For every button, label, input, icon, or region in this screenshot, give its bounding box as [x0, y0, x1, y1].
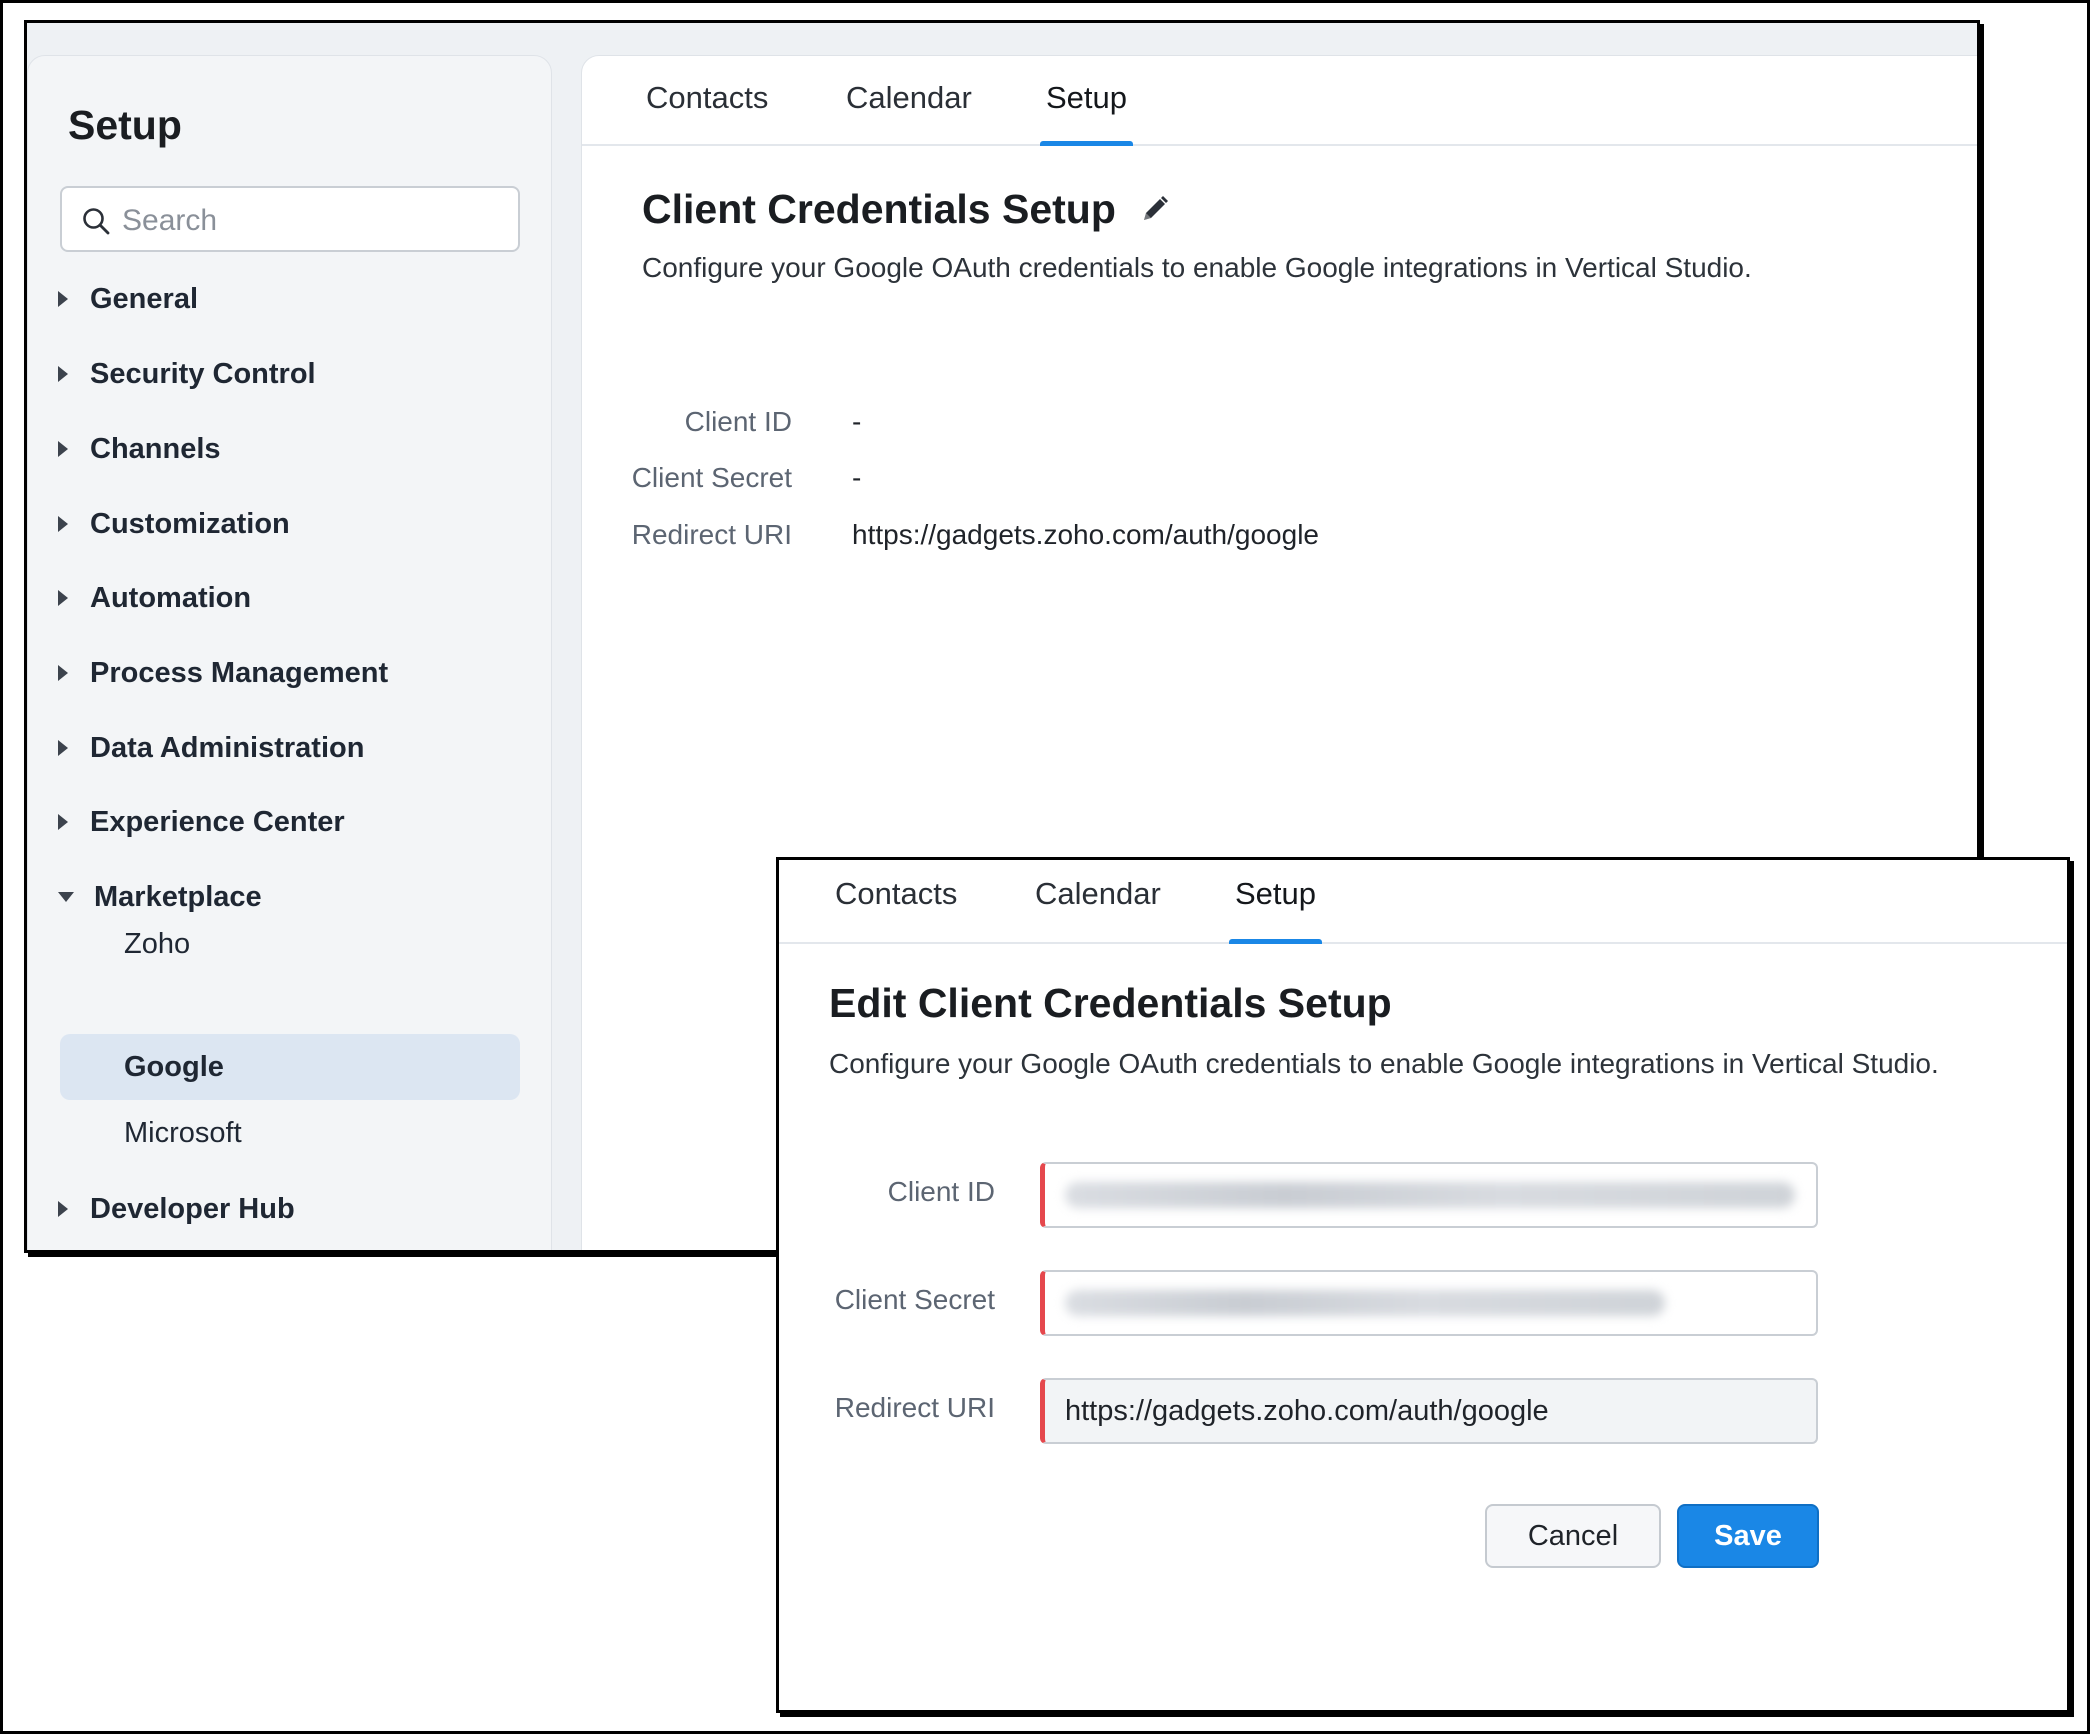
sidebar-subitem-label: Microsoft — [124, 1116, 242, 1149]
redirect-uri-label: Redirect URI — [631, 519, 792, 550]
caret-down-icon — [58, 892, 74, 902]
sidebar-item-label: Data Administration — [90, 731, 365, 764]
client-id-field[interactable] — [1040, 1162, 1818, 1228]
sidebar-item-label: Security Control — [90, 357, 316, 390]
caret-right-icon — [58, 814, 68, 830]
cancel-button[interactable]: Cancel — [1485, 1504, 1661, 1568]
sidebar-item-process-management[interactable]: Process Management — [58, 651, 388, 695]
sidebar-item-label: Developer Hub — [90, 1192, 295, 1225]
sidebar-item-label: Marketplace — [94, 880, 262, 913]
sidebar-item-channels[interactable]: Channels — [58, 427, 221, 471]
edit-page-description: Configure your Google OAuth credentials … — [829, 1048, 1939, 1079]
redirect-uri-field[interactable]: https://gadgets.zoho.com/auth/google — [1040, 1378, 1818, 1444]
edit-page-title: Edit Client Credentials Setup — [829, 980, 1392, 1026]
client-id-value: - — [852, 406, 862, 437]
tab-setup[interactable]: Setup — [1039, 80, 1134, 146]
sidebar-item-label: General — [90, 282, 198, 315]
sidebar-item-customization[interactable]: Customization — [58, 502, 290, 546]
client-secret-label: Client Secret — [834, 1284, 995, 1315]
caret-right-icon — [58, 665, 68, 681]
tab-contacts[interactable]: Contacts — [646, 80, 768, 146]
caret-right-icon — [58, 441, 68, 457]
sidebar-subitem-google[interactable]: Google — [60, 1034, 520, 1100]
page-title: Client Credentials Setup — [642, 186, 1116, 232]
client-secret-value: - — [852, 462, 862, 493]
sidebar-subitem-microsoft[interactable]: Microsoft — [60, 1100, 520, 1166]
sidebar-subitem-label: Zoho — [124, 927, 191, 960]
redacted-value — [1065, 1290, 1665, 1316]
sidebar-item-label: Automation — [90, 581, 252, 614]
sidebar-item-developer-hub[interactable]: Developer Hub — [58, 1187, 295, 1231]
pencil-icon[interactable] — [1140, 194, 1170, 224]
sidebar-item-data-administration[interactable]: Data Administration — [58, 726, 364, 770]
edit-credentials-window: Contacts Calendar Setup Edit Client Cred… — [776, 857, 2070, 1713]
sidebar-item-experience-center[interactable]: Experience Center — [58, 800, 345, 844]
sidebar-item-label: Channels — [90, 432, 221, 465]
tab-calendar[interactable]: Calendar — [1035, 876, 1161, 944]
caret-right-icon — [58, 516, 68, 532]
client-secret-field[interactable] — [1040, 1270, 1818, 1336]
tab-calendar[interactable]: Calendar — [846, 80, 972, 146]
sidebar-item-security-control[interactable]: Security Control — [58, 352, 316, 396]
redacted-value — [1065, 1182, 1795, 1208]
save-button[interactable]: Save — [1677, 1504, 1819, 1568]
redirect-uri-value: https://gadgets.zoho.com/auth/google — [852, 519, 1319, 550]
sidebar-item-label: Process Management — [90, 656, 389, 689]
search-icon — [83, 208, 110, 235]
caret-right-icon — [58, 590, 68, 606]
sidebar-item-label: Experience Center — [90, 805, 345, 838]
search-placeholder: Search — [122, 204, 218, 237]
redirect-uri-value: https://gadgets.zoho.com/auth/google — [1065, 1394, 1549, 1427]
client-id-label: Client ID — [887, 1176, 995, 1207]
sidebar-subitem-label: Google — [124, 1050, 224, 1083]
tab-contacts[interactable]: Contacts — [835, 876, 957, 944]
tab-bar: Contacts Calendar Setup — [582, 56, 1977, 146]
client-id-label: Client ID — [684, 406, 792, 437]
caret-right-icon — [58, 740, 68, 756]
caret-right-icon — [58, 291, 68, 307]
redirect-uri-label: Redirect URI — [834, 1392, 995, 1423]
search-input[interactable]: Search — [60, 186, 520, 252]
tab-bar: Contacts Calendar Setup — [779, 860, 2067, 944]
setup-sidebar: Setup Search General Security Control Ch… — [27, 55, 552, 1250]
sidebar-title: Setup — [68, 102, 182, 148]
caret-right-icon — [58, 1201, 68, 1217]
client-secret-label: Client Secret — [631, 462, 792, 493]
sidebar-item-automation[interactable]: Automation — [58, 576, 251, 620]
sidebar-subitem-zoho[interactable]: Zoho — [60, 911, 520, 977]
sidebar-item-general[interactable]: General — [58, 277, 198, 321]
page-description: Configure your Google OAuth credentials … — [642, 252, 1752, 283]
sidebar-item-label: Customization — [90, 507, 290, 540]
caret-right-icon — [58, 366, 68, 382]
tab-setup[interactable]: Setup — [1228, 876, 1323, 944]
